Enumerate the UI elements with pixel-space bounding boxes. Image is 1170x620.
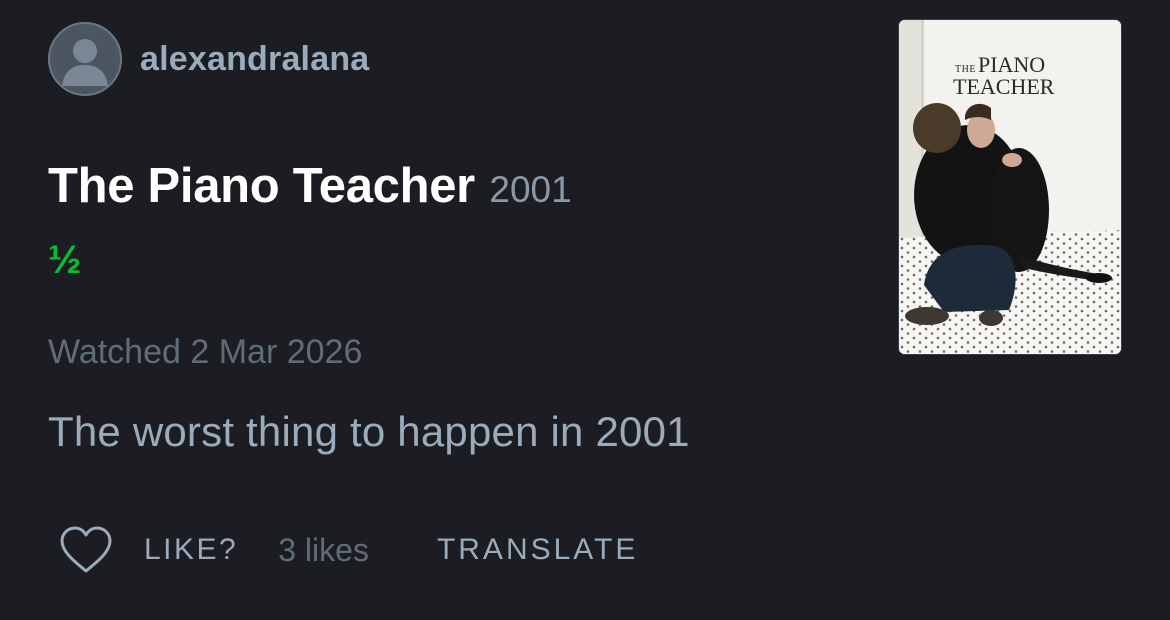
film-year[interactable]: 2001 xyxy=(489,169,571,210)
heart-icon[interactable] xyxy=(58,524,114,576)
like-button[interactable]: LIKE? xyxy=(144,533,238,567)
review-card: alexandralana The Piano Teacher 2001 ½ W… xyxy=(0,0,1170,620)
avatar-placeholder-icon[interactable] xyxy=(48,22,122,96)
watched-date: Watched 2 Mar 2026 xyxy=(48,333,363,371)
author-username[interactable]: alexandralana xyxy=(140,40,369,79)
translate-button[interactable]: TRANSLATE xyxy=(437,533,638,567)
poster-title: THEPIANO TEACHER xyxy=(945,54,1115,98)
review-actions: LIKE? 3 likes TRANSLATE xyxy=(58,524,638,576)
film-poster[interactable]: THEPIANO TEACHER xyxy=(898,19,1122,355)
review-text: The worst thing to happen in 2001 xyxy=(48,408,690,455)
film-title[interactable]: The Piano Teacher xyxy=(48,159,475,213)
likes-count[interactable]: 3 likes xyxy=(278,532,369,569)
review-author[interactable]: alexandralana xyxy=(48,22,369,96)
star-rating: ½ xyxy=(48,238,82,282)
film-heading: The Piano Teacher 2001 xyxy=(48,158,572,214)
poster-title-line2: TEACHER xyxy=(953,74,1055,99)
